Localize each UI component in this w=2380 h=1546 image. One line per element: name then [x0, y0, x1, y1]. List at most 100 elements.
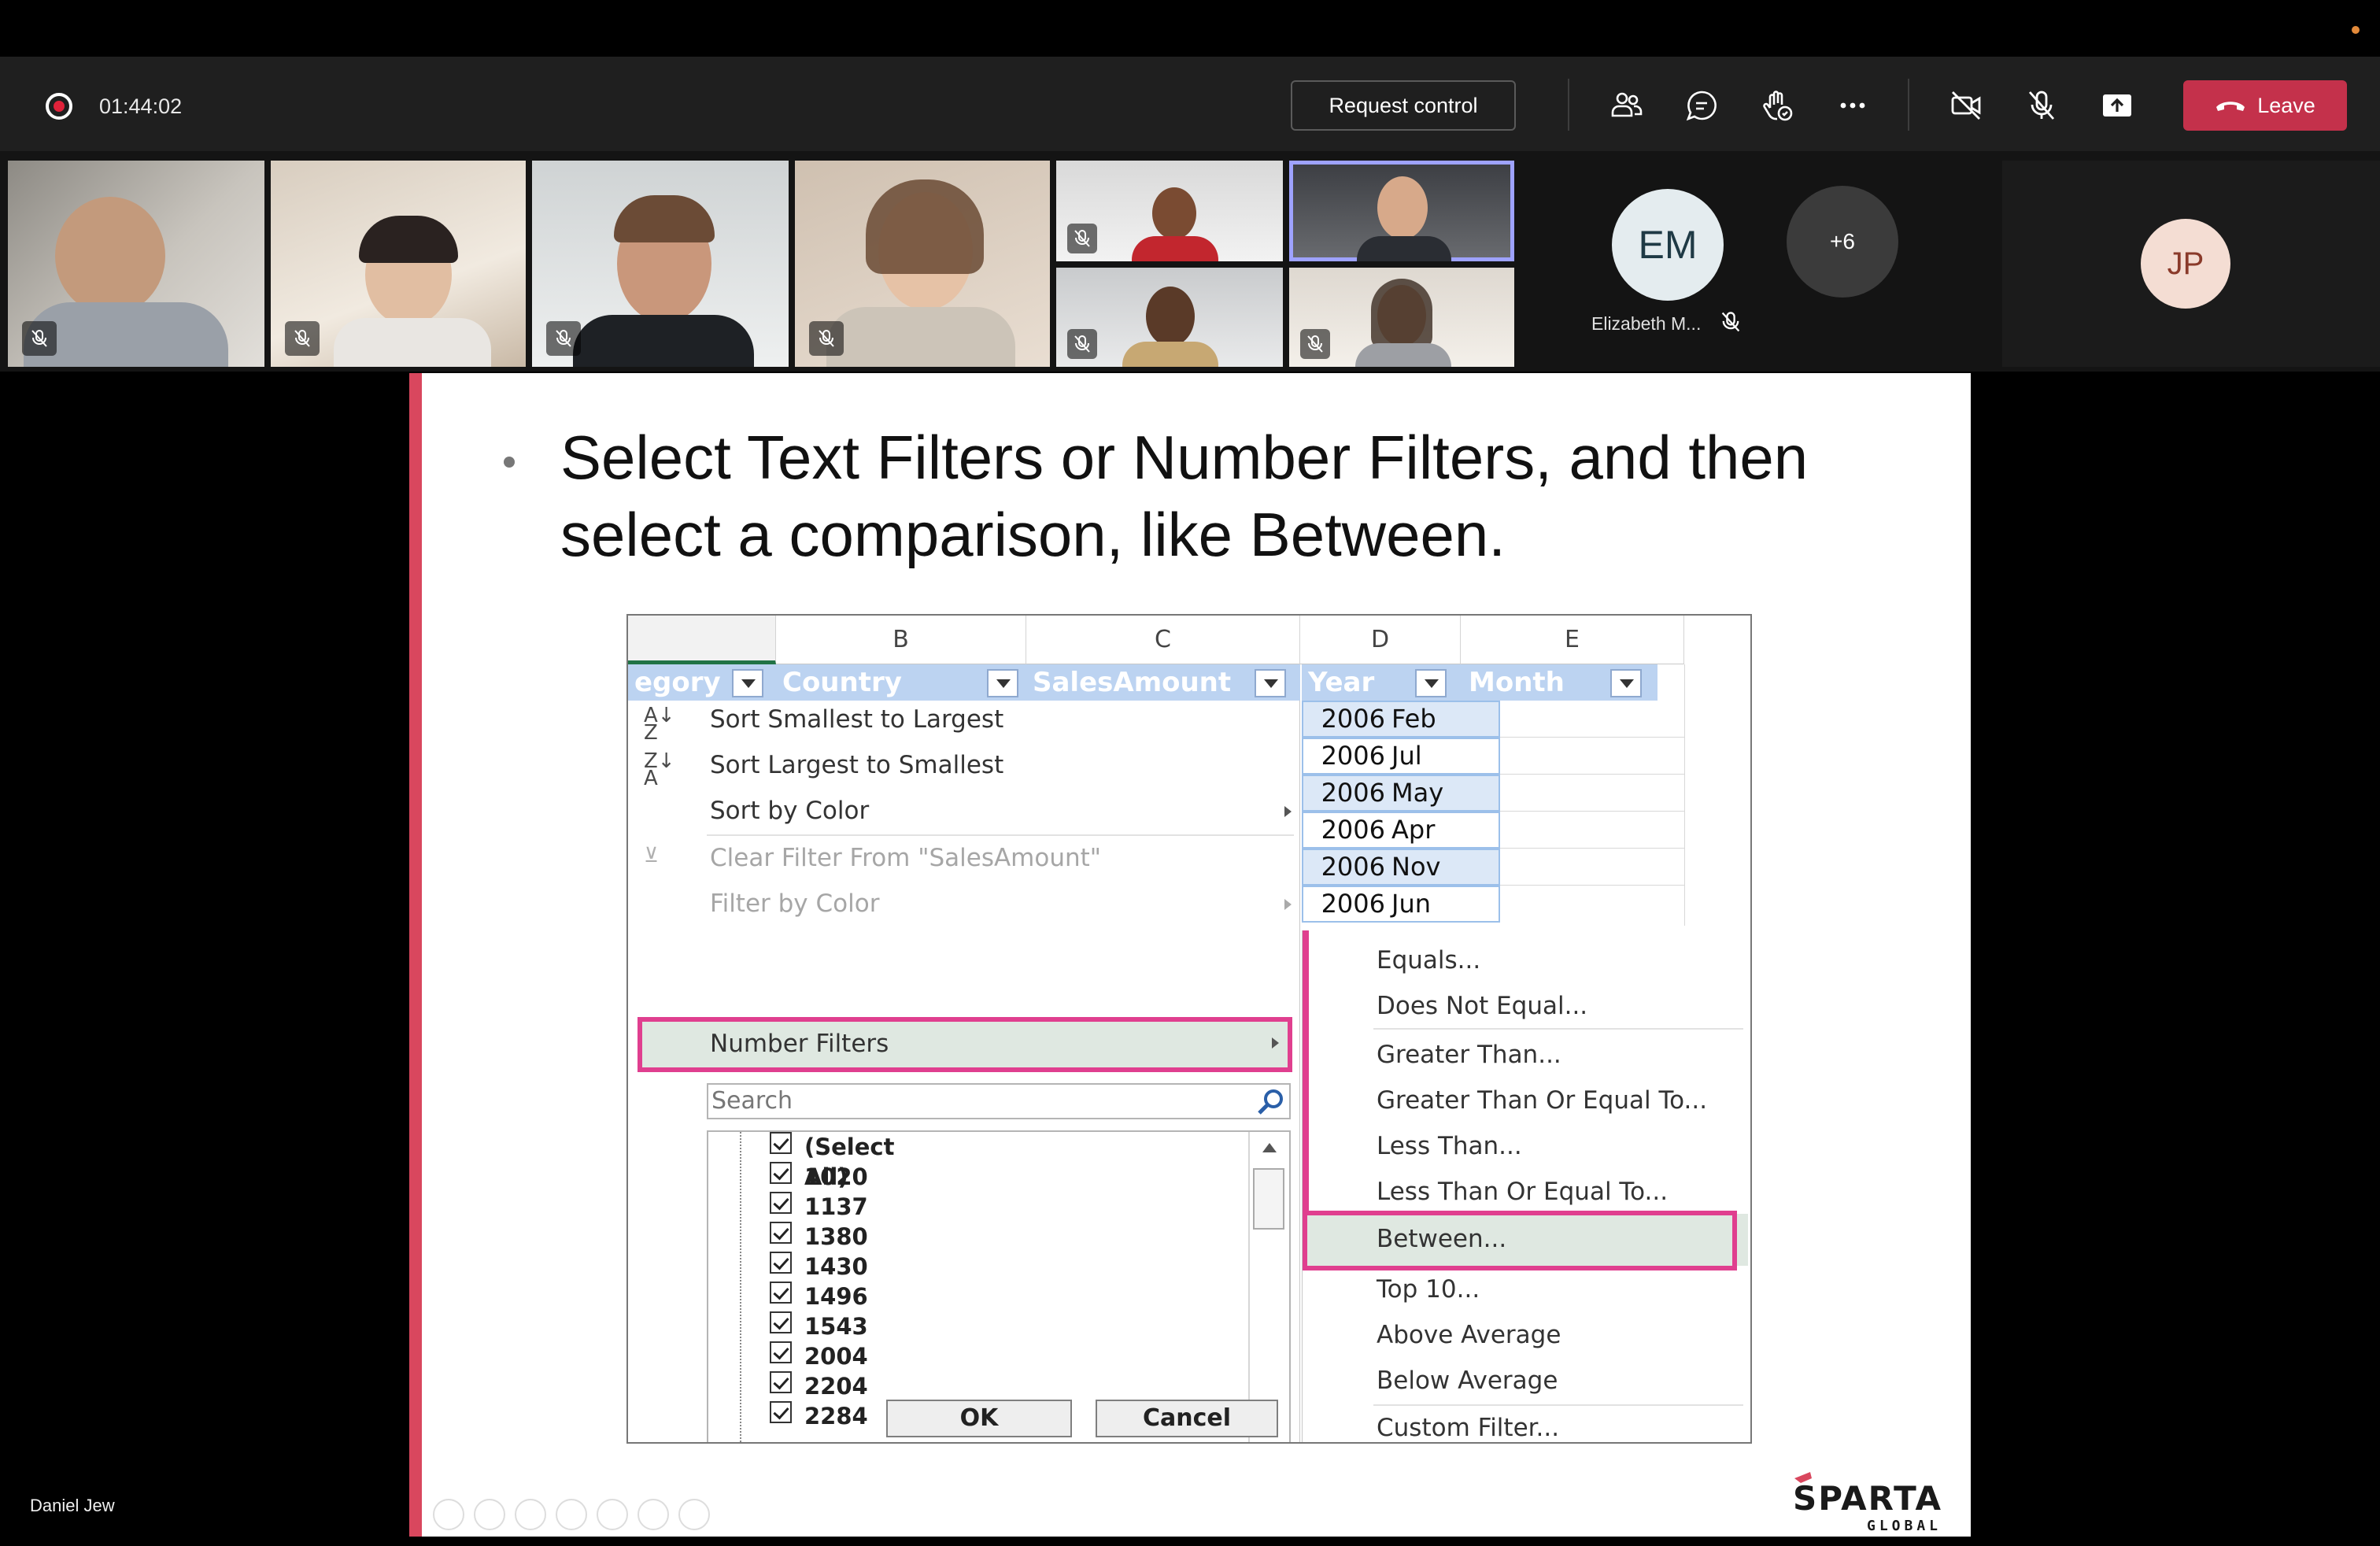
- meeting-timer: 01:44:02: [99, 94, 183, 118]
- column-header: [628, 616, 776, 664]
- submenu-item-between[interactable]: Between...: [1303, 1211, 1750, 1270]
- slide-accent-bar: [409, 373, 422, 1537]
- people-icon[interactable]: [1606, 85, 1646, 126]
- filter-dropdown-button[interactable]: [1415, 669, 1447, 697]
- participant-video-tile-active-speaker[interactable]: [1289, 161, 1514, 261]
- menu-item-filter-by-color: Filter by Color: [710, 890, 880, 918]
- column-header: B: [776, 616, 1026, 664]
- pen-icon[interactable]: [515, 1499, 546, 1530]
- month-cell: Apr: [1391, 815, 1436, 845]
- submenu-item-top-10[interactable]: Top 10...: [1377, 1275, 1480, 1304]
- system-top-strip: [0, 0, 2380, 57]
- highlight-frame: [1303, 1211, 1737, 1270]
- month-cell: Nov: [1391, 852, 1441, 882]
- grid-line: [1500, 774, 1684, 775]
- submenu-item-below-average[interactable]: Below Average: [1377, 1367, 1558, 1395]
- subtitles-icon[interactable]: [638, 1499, 669, 1530]
- camera-off-icon[interactable]: [1946, 85, 1986, 126]
- search-placeholder: Search: [711, 1087, 793, 1115]
- checkbox[interactable]: [770, 1222, 792, 1244]
- avatar-initials: JP: [2167, 246, 2204, 281]
- more-options-icon[interactable]: [1832, 85, 1873, 126]
- list-item-label: 2284: [804, 1403, 868, 1429]
- submenu-item-equals[interactable]: Equals...: [1377, 946, 1480, 975]
- grid-line: [1500, 811, 1684, 812]
- submenu-item-greater-than[interactable]: Greater Than...: [1377, 1041, 1561, 1069]
- checkbox[interactable]: [770, 1341, 792, 1363]
- checkbox[interactable]: [770, 1282, 792, 1304]
- table-row: 2006 Jul: [1302, 738, 1500, 775]
- previous-slide-icon[interactable]: [433, 1499, 464, 1530]
- table-row: 2006 Nov: [1302, 849, 1500, 886]
- leave-button[interactable]: Leave: [2183, 80, 2347, 131]
- next-slide-icon[interactable]: [474, 1499, 505, 1530]
- submenu-item-not-equal[interactable]: Does Not Equal...: [1377, 992, 1587, 1020]
- share-screen-icon[interactable]: [2097, 85, 2138, 126]
- participant-name: Elizabeth M...: [1591, 313, 1702, 334]
- month-cell: Jul: [1391, 741, 1422, 771]
- participant-video-tile[interactable]: [1056, 268, 1283, 367]
- mic-muted-icon: [1719, 310, 1743, 334]
- excel-screenshot: B C D E egory Country SalesAmount Year M…: [626, 614, 1752, 1444]
- ok-button[interactable]: OK: [886, 1400, 1072, 1437]
- table-row: 2006 Apr: [1302, 812, 1500, 849]
- cancel-button[interactable]: Cancel: [1096, 1400, 1278, 1437]
- menu-separator: [707, 834, 1294, 836]
- scroll-up-icon[interactable]: [1262, 1143, 1277, 1152]
- checkbox[interactable]: [770, 1162, 792, 1184]
- mic-muted-icon: [1300, 329, 1330, 359]
- chat-icon[interactable]: [1681, 85, 1722, 126]
- checkbox[interactable]: [770, 1311, 792, 1333]
- participant-video-tile[interactable]: [1289, 268, 1514, 367]
- menu-item-sort-descending[interactable]: Sort Largest to Smallest: [710, 751, 1003, 779]
- slideshow-controls[interactable]: [433, 1499, 710, 1530]
- list-scrollbar[interactable]: [1248, 1132, 1289, 1442]
- checkbox[interactable]: [770, 1401, 792, 1423]
- menu-separator: [1373, 1028, 1743, 1030]
- month-cell: Feb: [1391, 704, 1436, 734]
- submenu-item-custom-filter[interactable]: Custom Filter...: [1377, 1414, 1559, 1442]
- checkbox[interactable]: [770, 1252, 792, 1274]
- self-avatar-jp[interactable]: JP: [2141, 219, 2230, 309]
- number-filters-submenu: Equals... Does Not Equal... Greater Than…: [1302, 930, 1750, 1442]
- checkbox[interactable]: [770, 1371, 792, 1393]
- zoom-icon[interactable]: [597, 1499, 628, 1530]
- raise-hand-icon[interactable]: [1757, 85, 1798, 126]
- filter-dropdown-button-active[interactable]: [1255, 669, 1286, 697]
- submenu-item-above-average[interactable]: Above Average: [1377, 1321, 1561, 1349]
- filter-dropdown-button[interactable]: [1610, 669, 1642, 697]
- sparta-global-logo: SPARTA GLOBAL: [1793, 1472, 1942, 1533]
- participant-video-tile[interactable]: [271, 161, 526, 367]
- filter-dropdown-button[interactable]: [987, 669, 1018, 697]
- filter-dropdown-button[interactable]: [732, 669, 763, 697]
- menu-item-number-filters[interactable]: Number Filters: [638, 1017, 1292, 1072]
- mic-muted-icon: [1067, 329, 1097, 359]
- list-item-label: 1543: [804, 1313, 868, 1340]
- phone-icon: [2216, 102, 2245, 111]
- request-control-button[interactable]: Request control: [1291, 80, 1516, 131]
- slides-grid-icon[interactable]: [556, 1499, 587, 1530]
- menu-item-sort-by-color[interactable]: Sort by Color: [710, 797, 869, 825]
- participant-video-tile[interactable]: [8, 161, 264, 367]
- mic-off-icon[interactable]: [2021, 85, 2062, 126]
- submenu-item-less-or-equal[interactable]: Less Than Or Equal To...: [1377, 1178, 1668, 1206]
- clear-filter-icon: ⊻: [644, 844, 660, 867]
- leave-label: Leave: [2257, 93, 2315, 117]
- filter-search-input[interactable]: Search: [707, 1083, 1291, 1119]
- more-participants-button[interactable]: +6: [1787, 186, 1898, 298]
- checkbox[interactable]: [770, 1192, 792, 1214]
- participant-video-tile[interactable]: [1056, 161, 1283, 261]
- menu-item-sort-ascending[interactable]: Sort Smallest to Largest: [710, 705, 1003, 734]
- logo-wordmark: SPARTA: [1793, 1479, 1942, 1518]
- submenu-item-greater-or-equal[interactable]: Greater Than Or Equal To...: [1377, 1086, 1707, 1115]
- participant-video-tile[interactable]: [795, 161, 1050, 367]
- checkbox[interactable]: [770, 1132, 792, 1154]
- mic-muted-icon: [1067, 224, 1097, 253]
- participant-avatar-em[interactable]: EM: [1612, 189, 1724, 301]
- submenu-item-less-than[interactable]: Less Than...: [1377, 1132, 1522, 1160]
- more-icon[interactable]: [678, 1499, 710, 1530]
- participant-video-tile[interactable]: [532, 161, 789, 367]
- scrollbar-thumb[interactable]: [1253, 1168, 1284, 1230]
- mic-muted-icon: [22, 321, 57, 356]
- sort-ascending-icon: A↓ Z: [644, 704, 675, 745]
